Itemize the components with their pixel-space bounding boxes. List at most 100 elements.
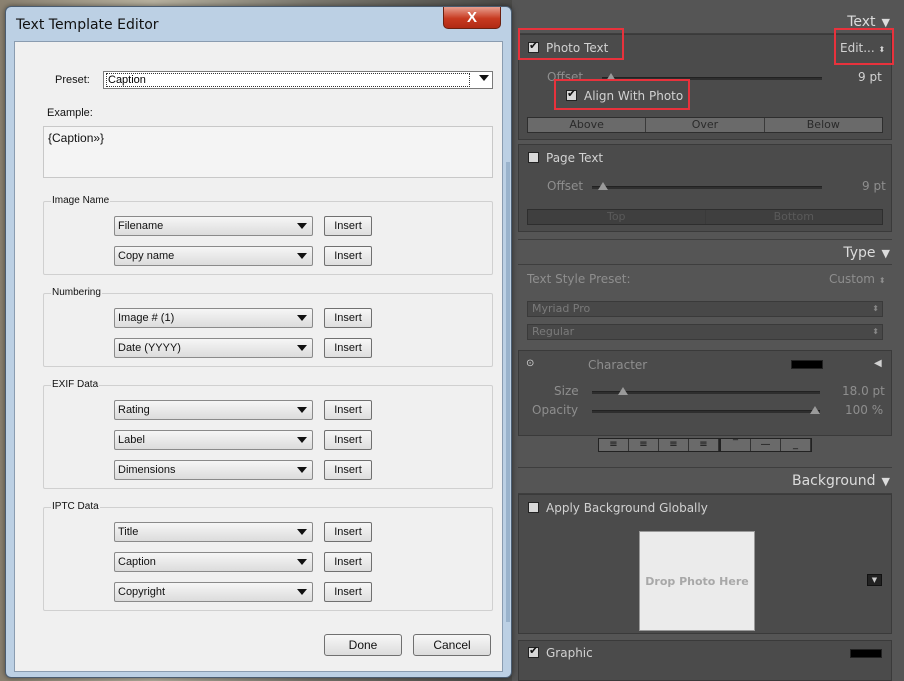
copyright-dropdown[interactable]: Copyright: [114, 582, 313, 602]
preset-label: Preset:: [55, 74, 90, 86]
insert-button[interactable]: Insert: [324, 430, 372, 450]
character-color-swatch[interactable]: [791, 360, 823, 369]
align-segment-control[interactable]: Above Over Below: [527, 117, 883, 133]
image-number-dropdown[interactable]: Image # (1): [114, 308, 313, 328]
offset-value: 9 pt: [858, 70, 882, 84]
type-header-label: Type: [843, 245, 876, 261]
align-top-icon[interactable]: ‾: [721, 439, 751, 451]
insert-button[interactable]: Insert: [324, 460, 372, 480]
dropdown-value: Image # (1): [118, 312, 175, 324]
divider: [518, 239, 892, 240]
graphic-label: Graphic: [546, 646, 593, 660]
dropdown-arrow-icon: [297, 223, 307, 229]
align-bottom-icon[interactable]: _: [781, 439, 811, 451]
title-dropdown[interactable]: Title: [114, 522, 313, 542]
size-slider[interactable]: [592, 387, 820, 395]
close-button[interactable]: X: [443, 7, 501, 29]
drop-photo-well[interactable]: Drop Photo Here: [639, 531, 755, 631]
type-section-header[interactable]: Type ▼: [843, 245, 890, 261]
group-title: EXIF Data: [51, 379, 100, 390]
align-justify-icon[interactable]: ≡: [689, 439, 719, 451]
filename-dropdown[interactable]: Filename: [114, 216, 313, 236]
align-left-icon[interactable]: ≡: [599, 439, 629, 451]
divider: [518, 467, 892, 468]
page-bottom-option[interactable]: Bottom: [706, 210, 883, 224]
insert-button[interactable]: Insert: [324, 216, 372, 236]
text-settings-panel: Text▼ Photo Text Edit... ⬍ Offset 9 pt A…: [512, 0, 904, 681]
page-text-label: Page Text: [546, 151, 604, 165]
graphic-color-swatch[interactable]: [850, 649, 882, 658]
insert-button[interactable]: Insert: [324, 400, 372, 420]
page-top-option[interactable]: Top: [528, 210, 706, 224]
font-family-value: Myriad Pro: [532, 302, 591, 315]
updown-arrow-icon: ⬍: [878, 276, 886, 285]
dropdown-arrow-icon: [297, 589, 307, 595]
font-style-dropdown[interactable]: Regular ⬍: [527, 324, 883, 340]
copy-name-dropdown[interactable]: Copy name: [114, 246, 313, 266]
dialog-scrollbar[interactable]: [506, 162, 510, 622]
dropdown-value: Filename: [118, 220, 164, 232]
text-style-preset-label: Text Style Preset:: [527, 272, 631, 286]
updown-arrow-icon: ⬍: [872, 327, 879, 336]
dropdown-arrow-icon: [297, 559, 307, 565]
vertical-align-group: ‾ — _: [720, 438, 812, 452]
align-over-option[interactable]: Over: [646, 118, 765, 132]
apply-bg-label: Apply Background Globally: [546, 501, 708, 515]
insert-button[interactable]: Insert: [324, 582, 372, 602]
label-dropdown[interactable]: Label: [114, 430, 313, 450]
size-label: Size: [554, 384, 579, 398]
paragraph-align-group: ≡ ≡ ≡ ≡: [598, 438, 720, 452]
page-offset-slider[interactable]: [592, 182, 822, 190]
align-center-icon[interactable]: ≡: [629, 439, 659, 451]
insert-button[interactable]: Insert: [324, 522, 372, 542]
dropdown-arrow-icon: [297, 315, 307, 321]
group-title: Image Name: [51, 195, 111, 206]
apply-bg-checkbox[interactable]: [528, 502, 539, 513]
preset-dropdown[interactable]: Caption: [103, 71, 493, 89]
align-below-option[interactable]: Below: [765, 118, 882, 132]
insert-button[interactable]: Insert: [324, 308, 372, 328]
insert-button[interactable]: Insert: [324, 246, 372, 266]
text-style-preset-value: Custom: [829, 272, 875, 286]
target-adjust-icon[interactable]: ⊙: [526, 358, 534, 369]
align-right-icon[interactable]: ≡: [659, 439, 689, 451]
dropdown-value: Dimensions: [118, 464, 176, 476]
dialog-content: Preset: Caption Example: {Caption»} Imag…: [14, 41, 503, 672]
left-triangle-icon[interactable]: ◀: [874, 358, 882, 369]
dropdown-value: Copy name: [118, 250, 175, 262]
rating-dropdown[interactable]: Rating: [114, 400, 313, 420]
dropdown-value: Label: [118, 434, 145, 446]
menu-arrow-icon[interactable]: ▼: [867, 574, 882, 586]
opacity-slider[interactable]: [592, 406, 820, 414]
dropdown-arrow-icon: [297, 345, 307, 351]
group-title: Numbering: [51, 287, 102, 298]
align-middle-icon[interactable]: —: [751, 439, 781, 451]
background-header-label: Background: [792, 473, 876, 489]
graphic-checkbox[interactable]: [528, 644, 539, 658]
text-style-preset-dropdown[interactable]: Custom ⬍: [829, 272, 886, 286]
done-button[interactable]: Done: [324, 634, 402, 656]
caption-dropdown[interactable]: Caption: [114, 552, 313, 572]
dropdown-value: Copyright: [118, 586, 166, 598]
insert-button[interactable]: Insert: [324, 552, 372, 572]
date-dropdown[interactable]: Date (YYYY): [114, 338, 313, 358]
preset-value: Caption: [106, 73, 470, 87]
cancel-button[interactable]: Cancel: [413, 634, 491, 656]
highlight-box-photo-text: [518, 28, 624, 60]
dropdown-value: Caption: [118, 556, 156, 568]
character-label: Character: [588, 358, 648, 372]
group-title: IPTC Data: [51, 501, 100, 512]
font-family-dropdown[interactable]: Myriad Pro ⬍: [527, 301, 883, 317]
example-text-area[interactable]: {Caption»}: [43, 126, 493, 178]
page-position-segment[interactable]: Top Bottom: [527, 209, 883, 225]
font-style-value: Regular: [532, 325, 575, 338]
size-slider-thumb[interactable]: [618, 387, 628, 395]
dropdown-value: Rating: [118, 404, 150, 416]
dimensions-dropdown[interactable]: Dimensions: [114, 460, 313, 480]
insert-button[interactable]: Insert: [324, 338, 372, 358]
opacity-slider-thumb[interactable]: [810, 406, 820, 414]
background-section-header[interactable]: Background ▼: [792, 473, 890, 489]
page-text-checkbox[interactable]: [528, 152, 539, 163]
align-above-option[interactable]: Above: [528, 118, 647, 132]
page-offset-slider-thumb[interactable]: [598, 182, 608, 190]
